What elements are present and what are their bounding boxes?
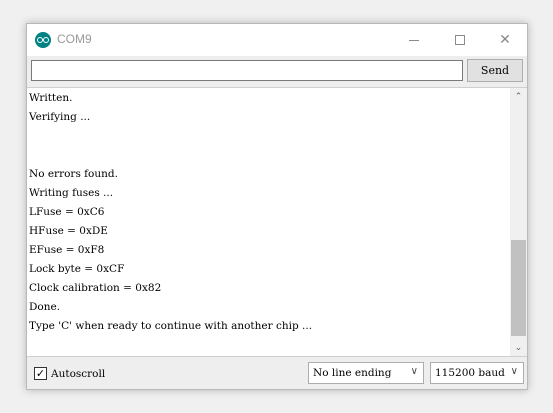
send-button[interactable]: Send <box>467 59 523 82</box>
output-line: Lock byte = 0xCF <box>29 263 125 275</box>
serial-input[interactable] <box>31 60 463 81</box>
chevron-down-icon: ∨ <box>510 366 518 377</box>
output-lines: Written. Verifying ... No errors found. … <box>29 89 509 336</box>
output-line: Done. <box>29 301 61 313</box>
scrollbar-thumb[interactable] <box>511 240 526 336</box>
minimize-button[interactable] <box>391 24 437 56</box>
close-icon: ✕ <box>499 32 511 48</box>
output-line: Writing fuses ... <box>29 187 114 199</box>
baud-rate-value: 115200 baud <box>435 367 505 379</box>
autoscroll-checkbox[interactable]: ✓ <box>34 367 47 380</box>
output-line: Verifying ... <box>29 111 91 123</box>
maximize-icon <box>455 35 465 45</box>
line-ending-select[interactable]: No line ending ∨ <box>308 362 424 384</box>
close-button[interactable]: ✕ <box>482 24 528 56</box>
output-line: No errors found. <box>29 168 118 180</box>
autoscroll-label: Autoscroll <box>51 367 106 380</box>
maximize-button[interactable] <box>437 24 483 56</box>
line-ending-value: No line ending <box>313 367 392 379</box>
vertical-scrollbar[interactable]: ⌃ ⌄ <box>510 88 527 356</box>
autoscroll-toggle[interactable]: ✓ Autoscroll <box>34 367 105 380</box>
baud-rate-select[interactable]: 115200 baud ∨ <box>430 362 524 384</box>
minimize-icon <box>409 39 419 41</box>
output-line: EFuse = 0xF8 <box>29 244 105 256</box>
output-line: Clock calibration = 0x82 <box>29 282 162 294</box>
output-line: LFuse = 0xC6 <box>29 206 105 218</box>
arduino-icon <box>35 32 51 48</box>
chevron-down-icon: ∨ <box>410 366 418 377</box>
scroll-down-icon[interactable]: ⌄ <box>510 339 527 356</box>
serial-monitor-window: COM9 ✕ Send Written. Verifying ... No er… <box>26 23 528 390</box>
title-bar[interactable]: COM9 ✕ <box>27 24 527 56</box>
scroll-up-icon[interactable]: ⌃ <box>510 88 527 105</box>
output-line: Written. <box>29 92 73 104</box>
output-line: HFuse = 0xDE <box>29 225 108 237</box>
window-title: COM9 <box>57 32 92 46</box>
bottom-bar: ✓ Autoscroll No line ending ∨ 115200 bau… <box>27 358 527 389</box>
check-icon: ✓ <box>35 367 46 380</box>
serial-output[interactable]: Written. Verifying ... No errors found. … <box>27 87 527 357</box>
output-line: Type 'C' when ready to continue with ano… <box>29 320 313 332</box>
